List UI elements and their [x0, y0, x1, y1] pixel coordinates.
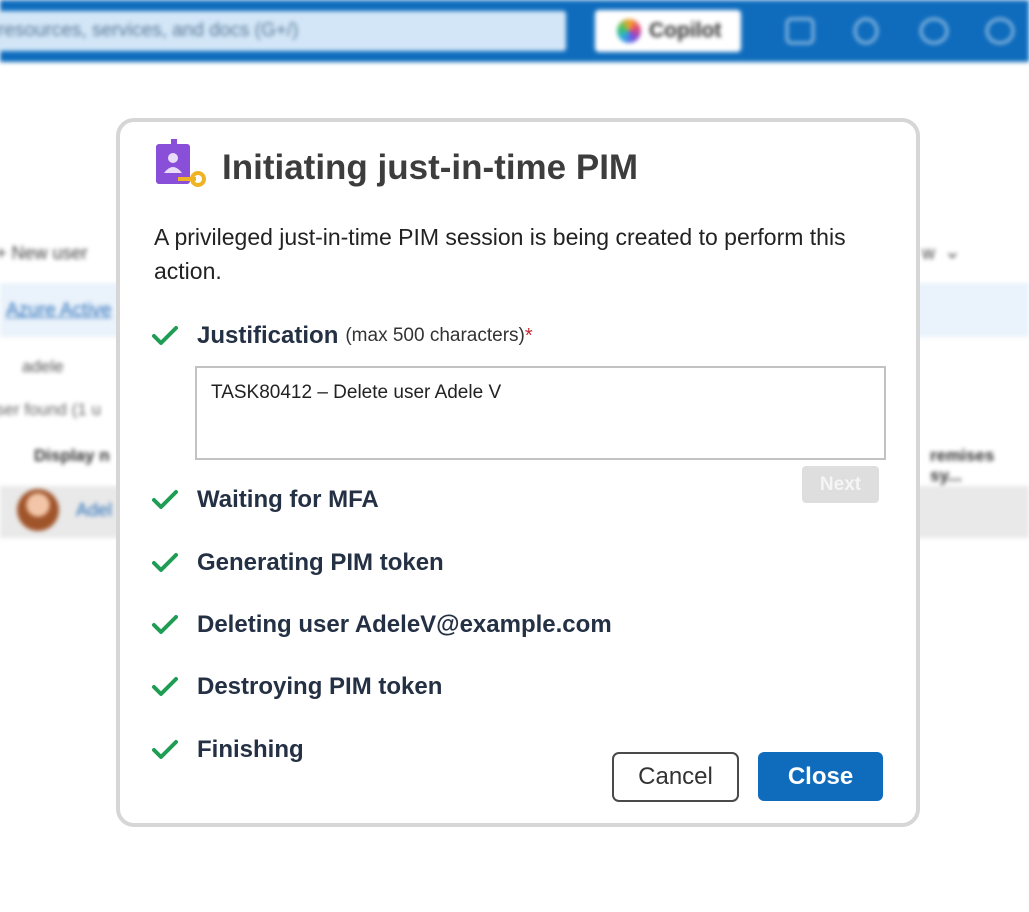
checkmark-icon [152, 677, 178, 696]
column-header-display-name[interactable]: Display n [34, 446, 110, 466]
checkmark-icon [152, 553, 178, 572]
checkmark-icon [152, 740, 178, 759]
next-button[interactable]: Next [802, 466, 879, 503]
new-user-button[interactable]: + New user [0, 243, 88, 264]
step-deleting-user: Deleting user AdeleV@example.com [152, 611, 612, 639]
required-marker: * [524, 324, 533, 347]
cancel-button[interactable]: Cancel [612, 752, 739, 802]
checkmark-icon [152, 615, 178, 634]
top-navigation-bar: resources, services, and docs (G+/) Copi… [0, 0, 1029, 62]
step-generating-token: Generating PIM token [152, 549, 444, 577]
step-waiting-mfa: Waiting for MFA [152, 486, 379, 514]
global-search-input[interactable]: resources, services, and docs (G+/) [0, 11, 566, 51]
copilot-icon [617, 19, 641, 43]
checkmark-icon [152, 326, 178, 345]
step-label: Waiting for MFA [197, 486, 379, 513]
filter-input[interactable]: adele [22, 357, 64, 377]
help-icon[interactable] [986, 18, 1014, 44]
step-label: Destroying PIM token [197, 673, 443, 700]
results-count: ser found (1 u [0, 400, 101, 419]
column-header-on-premises[interactable]: remises sy... [930, 446, 1029, 486]
copilot-label: Copilot [649, 19, 722, 42]
justification-field[interactable]: TASK80412 – Delete user Adele V [195, 366, 886, 460]
toolbar-overflow-item[interactable]: w [922, 243, 935, 264]
justification-hint: (max 500 characters) [345, 325, 525, 346]
step-label: Deleting user AdeleV@example.com [197, 611, 612, 638]
avatar [17, 489, 59, 531]
pim-dialog: Initiating just-in-time PIM A privileged… [116, 118, 920, 827]
justification-label: Justification [197, 322, 339, 349]
dialog-title: Initiating just-in-time PIM [222, 148, 639, 187]
dialog-description: A privileged just-in-time PIM session is… [154, 224, 846, 284]
step-label: Generating PIM token [197, 549, 444, 576]
pim-badge-key-icon [156, 139, 206, 187]
close-button[interactable]: Close [758, 752, 883, 801]
directory-link[interactable]: Azure Active [6, 300, 112, 322]
notifications-icon[interactable] [854, 18, 878, 44]
step-destroying-token: Destroying PIM token [152, 673, 442, 701]
copilot-button[interactable]: Copilot [595, 10, 741, 52]
cloud-shell-icon[interactable] [786, 18, 814, 44]
settings-icon[interactable] [920, 18, 948, 44]
step-finishing: Finishing [152, 736, 304, 764]
step-justification: Justification (max 500 characters) * [152, 322, 533, 350]
user-name-link[interactable]: Adel [76, 500, 112, 521]
chevron-down-icon[interactable]: ⌄ [944, 239, 961, 264]
checkmark-icon [152, 490, 178, 509]
step-label: Finishing [197, 736, 304, 763]
